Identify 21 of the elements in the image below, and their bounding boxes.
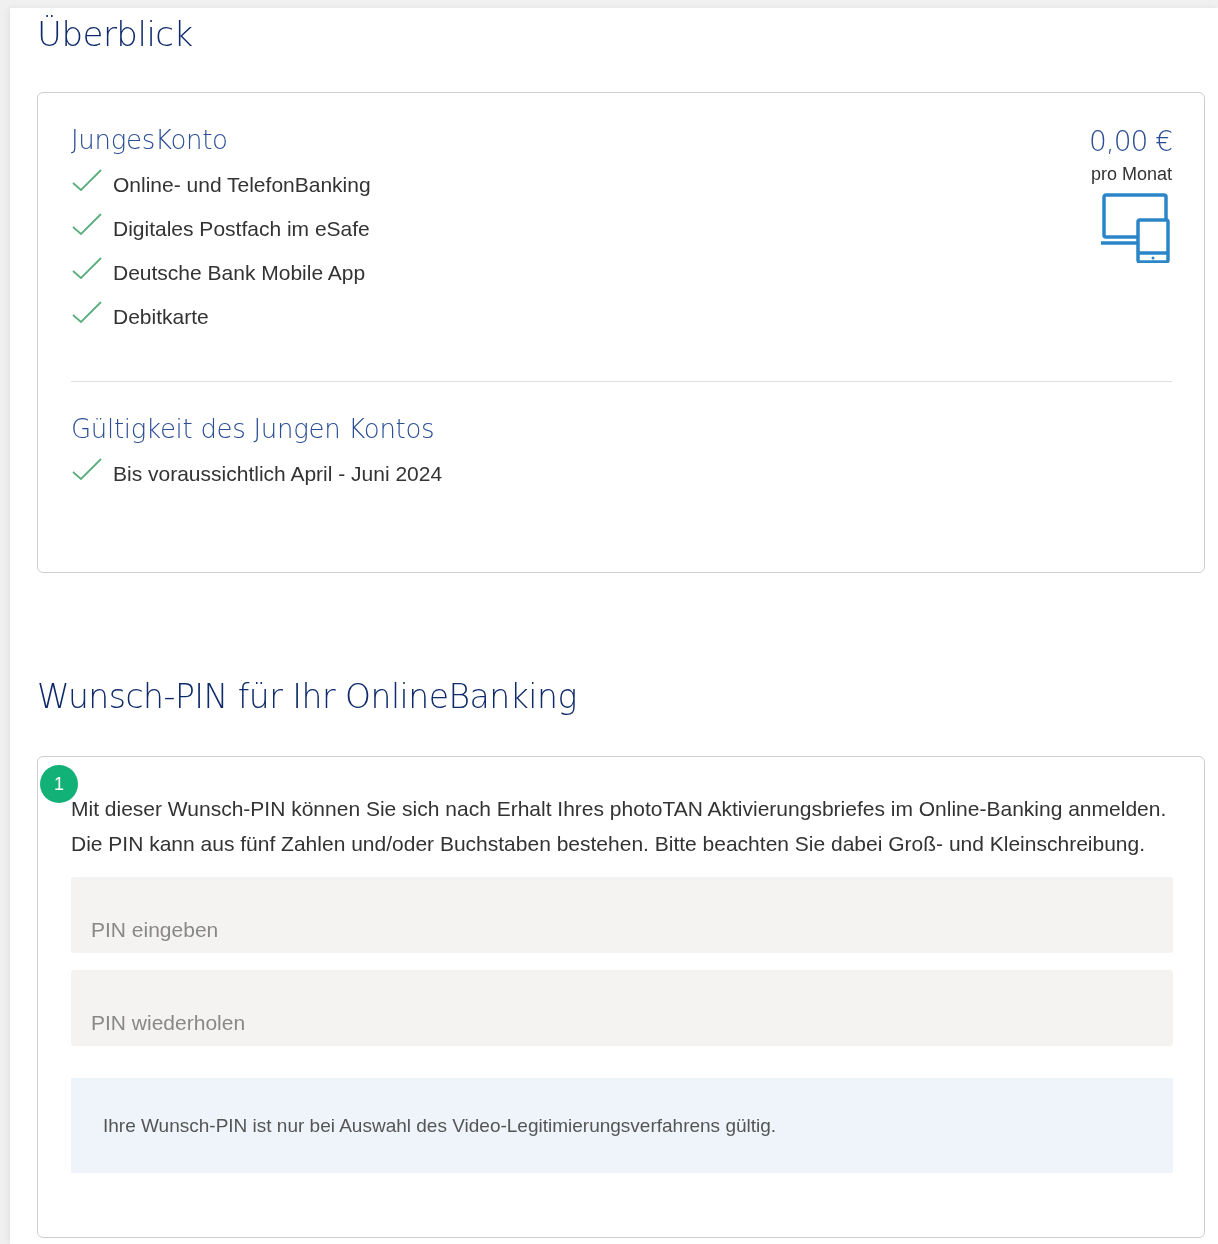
validity-text: Bis voraussichtlich April - Juni 2024	[113, 462, 443, 486]
price: 0,00 €	[1088, 125, 1172, 158]
pin-input-field[interactable]: PIN wiederholen	[71, 970, 1173, 1046]
feature-text: Digitales Postfach im eSafe	[113, 217, 370, 241]
checkmark-icon	[71, 457, 103, 481]
checkmark-icon	[71, 212, 103, 236]
feature-text: Online- und TelefonBanking	[113, 173, 371, 197]
checkmark-icon	[71, 300, 103, 324]
info-text: Ihre Wunsch-PIN ist nur bei Auswahl des Video-Legitimierungsverfahrens gültig.	[103, 1114, 777, 1137]
checkmark-icon	[71, 256, 103, 280]
page-title: Überblick	[37, 14, 194, 54]
feature-text: Debitkarte	[113, 305, 209, 329]
devices-icon	[1100, 193, 1170, 263]
step-badge: 1	[40, 765, 78, 803]
account-name: JungesKonto	[71, 125, 229, 155]
section-title: Wunsch-PIN für Ihr OnlineBanking	[37, 677, 578, 716]
pin-input-field[interactable]: PIN eingeben	[71, 877, 1173, 953]
price-period: pro Monat	[1090, 164, 1172, 185]
section-heading: Gültigkeit des Jungen Kontos	[71, 414, 436, 444]
feature-text: Deutsche Bank Mobile App	[113, 261, 366, 285]
checkmark-icon	[71, 168, 103, 192]
